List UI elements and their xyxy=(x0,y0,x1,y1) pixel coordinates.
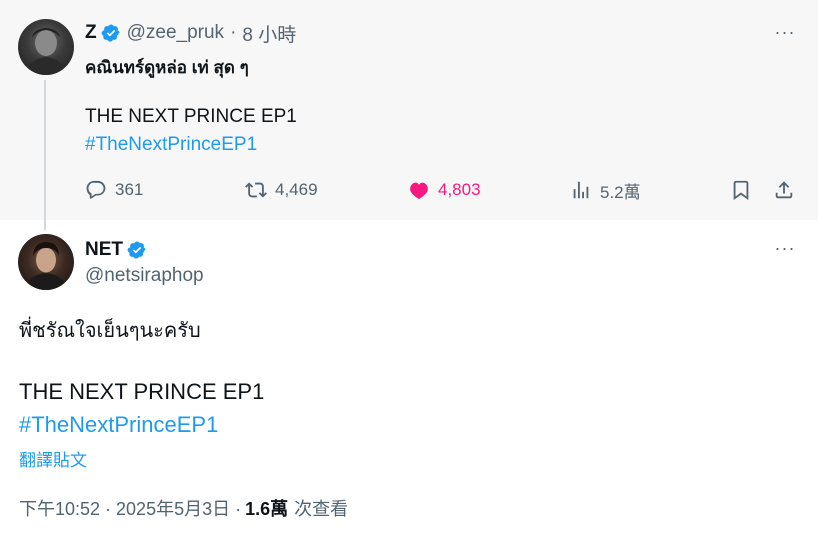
meta-separator: · xyxy=(230,22,237,43)
avatar-net[interactable] xyxy=(18,234,74,290)
reply-icon xyxy=(86,180,106,199)
verified-badge-icon xyxy=(127,240,147,260)
reply-button[interactable]: 361 xyxy=(85,176,143,204)
like-button[interactable]: 4,803 xyxy=(408,176,481,204)
share-icon xyxy=(775,181,793,199)
parent-hashtag-link[interactable]: #TheNextPrinceEP1 xyxy=(85,134,257,156)
parent-text-line: THE NEXT PRINCE EP1 xyxy=(85,106,297,127)
views-icon xyxy=(573,181,589,199)
retweet-button[interactable]: 4,469 xyxy=(245,176,318,204)
post-timestamp-row: 下午10:52 · 2025年5月3日 · 1.6萬 次查看 xyxy=(19,495,348,521)
like-count: 4,803 xyxy=(438,180,481,199)
retweet-count: 4,469 xyxy=(275,180,318,199)
verified-badge-icon xyxy=(101,23,121,43)
reply-author-row: NET xyxy=(85,237,147,263)
bookmark-icon xyxy=(733,180,749,201)
views-label: 次查看 xyxy=(294,499,349,519)
reply-hashtag-link[interactable]: #TheNextPrinceEP1 xyxy=(19,412,218,438)
views-button[interactable]: 5.2萬 xyxy=(570,176,641,204)
parent-text-thai: คณินทร์ดูหล่อ เท่ สุด ๆ xyxy=(85,58,249,77)
post-time[interactable]: 8 小時 xyxy=(242,20,296,47)
parent-author-row: Z @zee_pruk · 8 小時 xyxy=(85,20,296,46)
heart-icon xyxy=(410,182,428,200)
reply-text-line: THE NEXT PRINCE EP1 xyxy=(19,379,265,404)
reply-count: 361 xyxy=(115,180,144,199)
translate-post-link[interactable]: 翻譯貼文 xyxy=(19,446,87,471)
author-handle[interactable]: @zee_pruk xyxy=(127,22,224,44)
right-edge xyxy=(818,0,825,544)
avatar-z[interactable] xyxy=(18,19,74,75)
author-display-name[interactable]: Z xyxy=(85,22,97,44)
bookmark-button[interactable] xyxy=(730,176,752,204)
views-total: 1.6萬 xyxy=(245,499,289,519)
share-button[interactable] xyxy=(773,176,795,204)
more-icon[interactable]: ··· xyxy=(770,20,800,44)
author-display-name[interactable]: NET xyxy=(85,239,123,261)
post-timestamp[interactable]: 下午10:52 · 2025年5月3日 · xyxy=(19,495,241,521)
more-icon[interactable]: ··· xyxy=(770,236,800,260)
reply-text-thai: พี่ชรัณใจเย็นๆนะครับ xyxy=(19,320,201,342)
retweet-icon xyxy=(245,182,267,198)
author-handle[interactable]: @netsiraphop xyxy=(85,265,204,287)
thread-line xyxy=(44,80,46,230)
views-count: 5.2萬 xyxy=(600,182,641,202)
